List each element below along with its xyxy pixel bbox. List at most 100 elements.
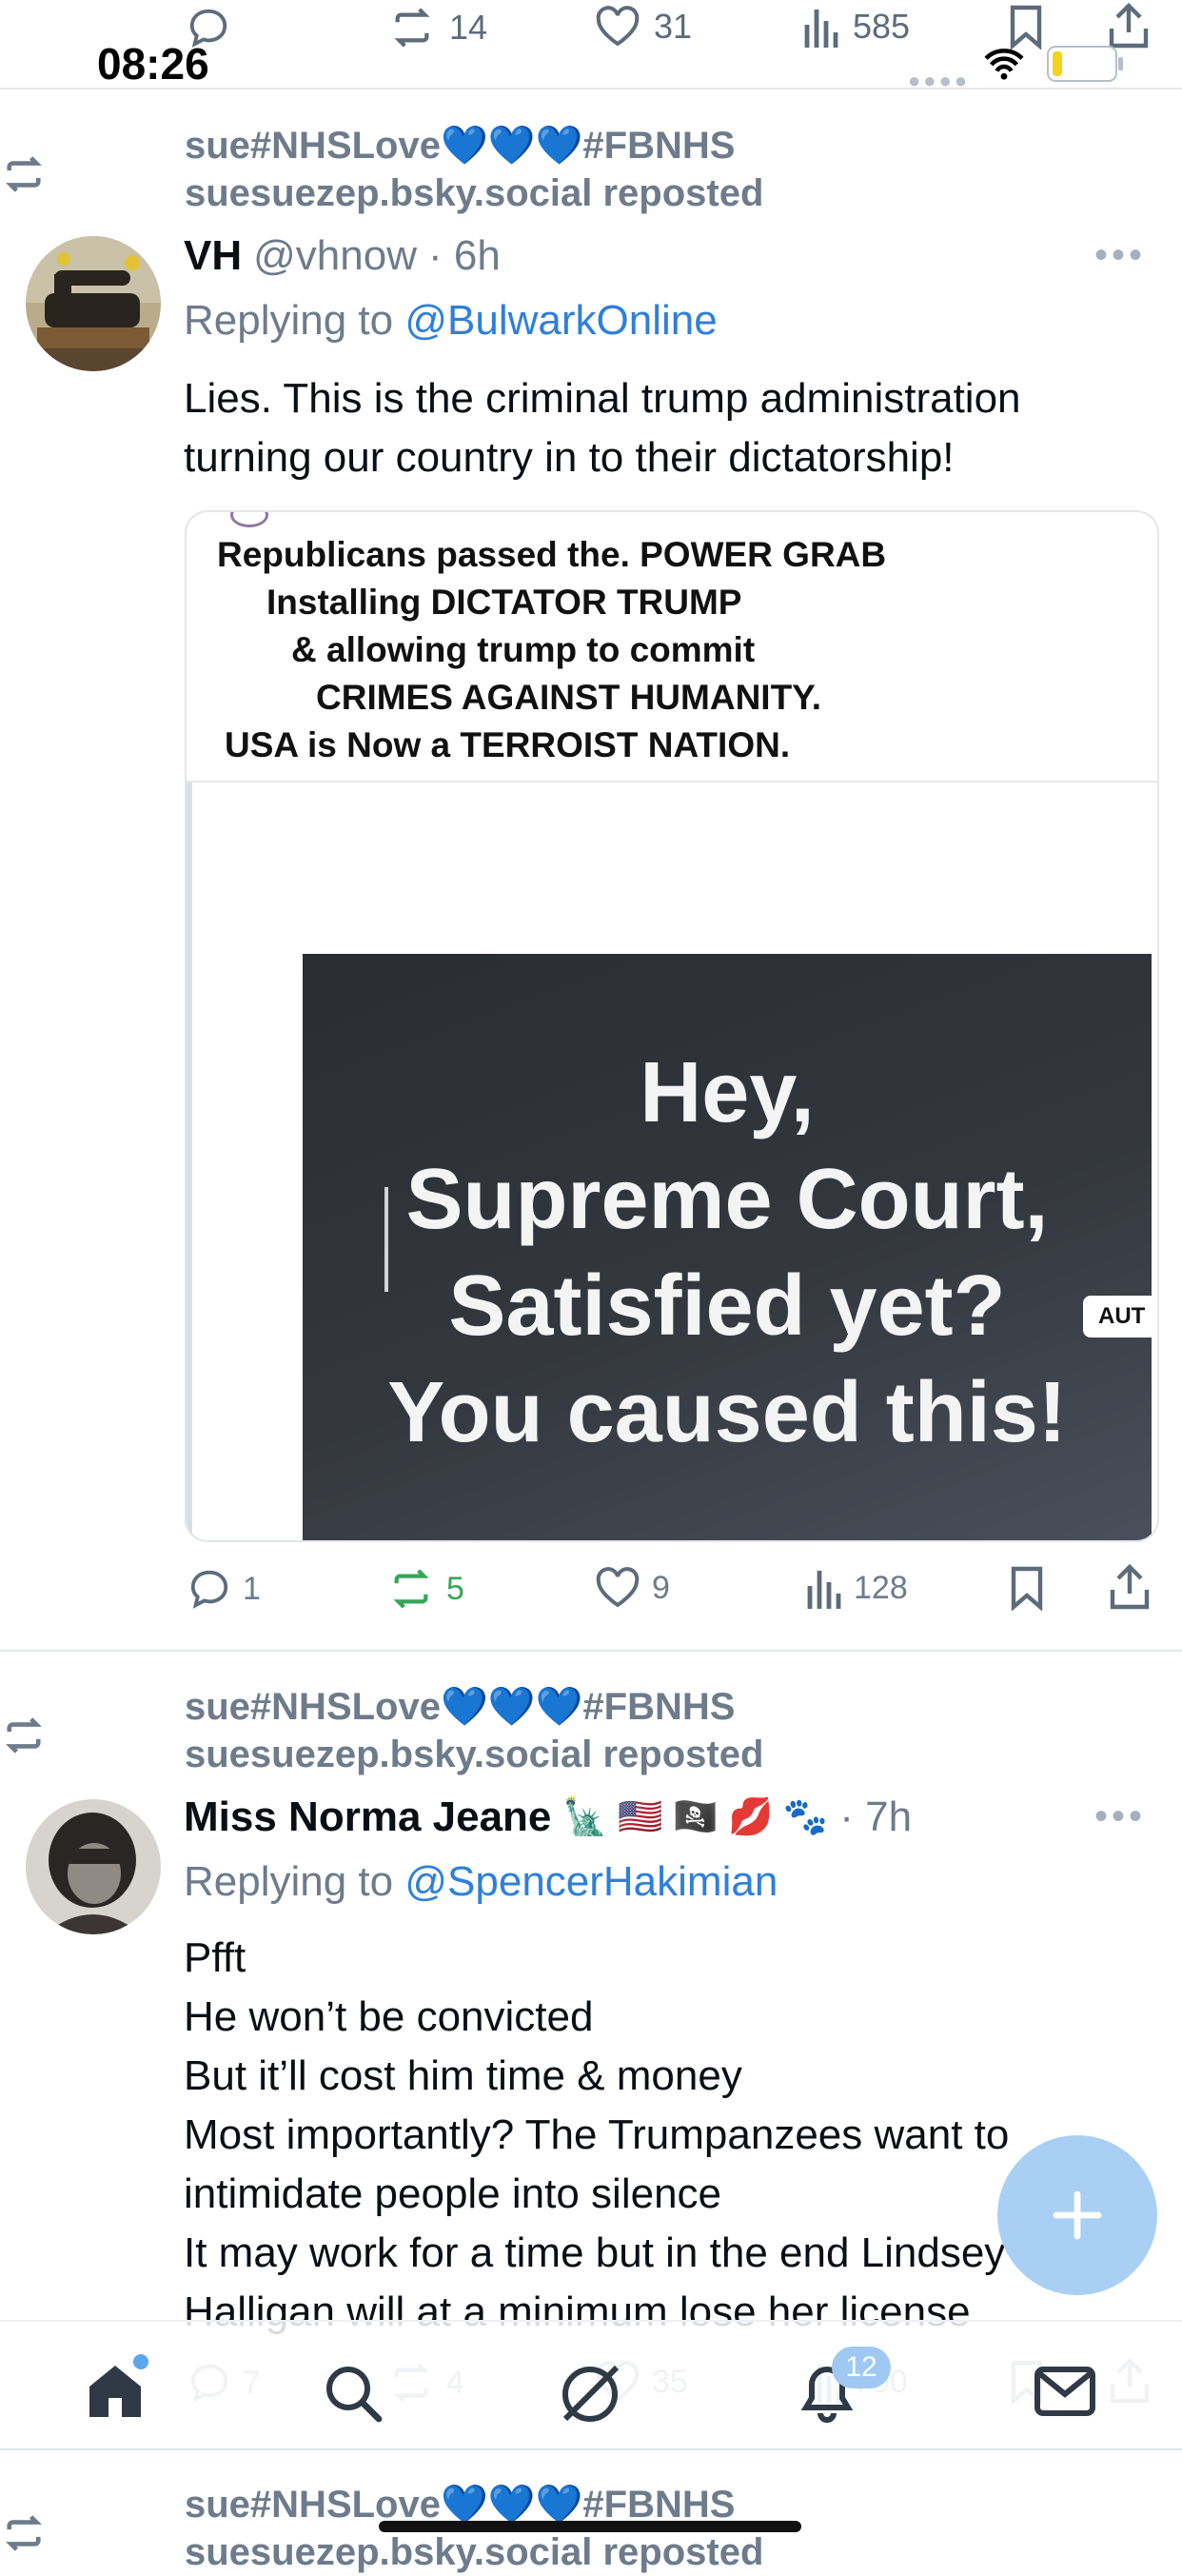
image-caption-line: Installing DICTATOR TRUMP: [266, 583, 742, 622]
author-name[interactable]: Miss Norma Jeane: [184, 1793, 551, 1841]
repost-button[interactable]: 5: [387, 1567, 464, 1611]
share-icon[interactable]: [1109, 1563, 1151, 1611]
repost-by-line[interactable]: sue#NHSLove💙💙💙#FBNHS: [185, 122, 763, 169]
quote-graphic: Hey, Supreme Court, Satisfied yet? You c…: [303, 954, 1152, 1540]
blue-heart-icon: 💙💙💙: [440, 2484, 583, 2526]
post-text-line: But it’ll cost him time & money: [184, 2052, 742, 2099]
text-cursor: [384, 1187, 388, 1292]
signal-icon: ●●●●: [908, 69, 971, 92]
post-time: · 6h: [427, 232, 501, 279]
sewing-machine-avatar-image: [26, 236, 161, 371]
quote-line: You caused this!: [387, 1365, 1067, 1460]
home-icon[interactable]: [84, 2360, 147, 2421]
replying-to-line: Replying to @BulwarkOnline: [184, 297, 718, 345]
compose-post-button[interactable]: [997, 2135, 1157, 2295]
views-button[interactable]: 128: [804, 1567, 908, 1609]
post-image[interactable]: Republicans passed the. POWER GRAB Insta…: [185, 510, 1159, 1542]
repost-user: sue#NHSLove: [185, 1686, 441, 1728]
image-divider: [187, 781, 1157, 783]
repost-count-top: 14: [449, 8, 488, 47]
image-caption-line: USA is Now a TERROIST NATION.: [225, 725, 791, 764]
quote-line: Satisfied yet?: [448, 1258, 1006, 1354]
repost-handle-line: suesuezep.bsky.social reposted: [185, 172, 764, 214]
name-emojis: 🗽 🇺🇸 🏴‍☠️ 💋 🐾: [562, 1797, 829, 1837]
author-name[interactable]: VH: [184, 232, 242, 280]
auto-badge: AUT: [1083, 1296, 1157, 1338]
more-options-icon[interactable]: •••: [1094, 1795, 1146, 1838]
post-time: · 7h: [839, 1793, 913, 1840]
post-text: Pfft He won’t be convicted But it’ll cos…: [184, 1929, 1145, 2342]
quote-graphic-text: Hey, Supreme Court, Satisfied yet? You c…: [303, 1040, 1152, 1466]
avatar[interactable]: [26, 1799, 161, 1934]
like-button[interactable]: 9: [595, 1567, 670, 1609]
post-text-line: Pfft: [184, 1934, 246, 1981]
replying-to-line: Replying to @SpencerHakimian: [184, 1858, 778, 1906]
repost-handle-line: suesuezep.bsky.social reposted: [185, 2531, 764, 2573]
repost-by-line[interactable]: sue#NHSLove💙💙💙#FBNHS: [185, 1683, 763, 1731]
views-count-top: 585: [853, 7, 911, 46]
quote-line: Supreme Court,: [405, 1152, 1049, 1247]
share-icon[interactable]: [1108, 2, 1150, 50]
image-caption-line: & allowing trump to commit: [291, 630, 756, 669]
views-count: 128: [854, 1569, 908, 1606]
blue-heart-icon: 💙💙💙: [440, 125, 583, 167]
repost-tag: #FBNHS: [582, 125, 736, 167]
notifications-badge: 12: [832, 2347, 891, 2388]
author-line: VH @vhnow · 6h: [184, 232, 501, 280]
views-icon: [807, 1571, 841, 1609]
wifi-icon: [984, 49, 1024, 80]
repost-indicator: sue#NHSLove💙💙💙#FBNHS suesuezep.bsky.soci…: [6, 1683, 1171, 1778]
avatar[interactable]: [26, 236, 161, 371]
like-count: 9: [652, 1569, 670, 1606]
feeds-icon[interactable]: [558, 2360, 624, 2423]
post-text: Lies. This is the criminal trump adminis…: [184, 369, 1145, 487]
messages-envelope-icon[interactable]: [1034, 2366, 1096, 2417]
author-line: Miss Norma Jeane 🗽 🇺🇸 🏴‍☠️ 💋 🐾 · 7h: [184, 1793, 912, 1841]
cropped-avatar-fragment: [230, 512, 268, 527]
post-text-line: He won’t be convicted: [184, 1993, 594, 2040]
search-icon[interactable]: [324, 2364, 383, 2423]
views-icon: [804, 10, 838, 48]
repost-action-top[interactable]: 14: [388, 6, 487, 50]
like-action-top[interactable]: 31: [595, 6, 692, 48]
author-handle[interactable]: @vhnow: [253, 232, 417, 280]
quote-line: Hey,: [640, 1045, 815, 1140]
more-options-icon[interactable]: •••: [1094, 234, 1146, 277]
bookmark-icon[interactable]: [1008, 1565, 1046, 1611]
repost-count: 5: [446, 1570, 464, 1607]
divider: [0, 1650, 1182, 1652]
repost-icon: [6, 156, 42, 192]
heart-icon: [596, 6, 640, 47]
replying-to-link[interactable]: @SpencerHakimian: [404, 1858, 778, 1905]
image-caption-line: CRIMES AGAINST HUMANITY.: [316, 678, 822, 717]
replying-to-label: Replying to: [184, 297, 405, 344]
replying-to-link[interactable]: @BulwarkOnline: [404, 297, 717, 344]
views-action-top[interactable]: 585: [801, 6, 910, 48]
reply-button[interactable]: 1: [187, 1567, 261, 1611]
repost-indicator: sue#NHSLove💙💙💙#FBNHS suesuezep.bsky.soci…: [6, 122, 1171, 217]
portrait-avatar-image: [26, 1799, 161, 1934]
divider: [0, 88, 1182, 89]
home-unread-dot: [133, 2354, 148, 2369]
plus-icon: [1053, 2190, 1102, 2240]
repost-icon: [393, 1569, 429, 1609]
bookmark-icon[interactable]: [1007, 4, 1045, 50]
post-text-line: turning our country in to their dictator…: [184, 434, 955, 481]
post-text-line: Most importantly? The Trumpanzees want t…: [184, 2111, 1010, 2158]
repost-icon: [6, 2515, 42, 2551]
repost-user: sue#NHSLove: [185, 125, 441, 167]
repost-tag: #FBNHS: [582, 1686, 736, 1728]
bottom-tab-bar: 12: [0, 2320, 1182, 2450]
repost-handle-line: suesuezep.bsky.social reposted: [185, 1734, 764, 1775]
repost-user: sue#NHSLove: [185, 2484, 441, 2526]
reply-count: 1: [243, 1570, 261, 1607]
image-caption: Republicans passed the. POWER GRAB Insta…: [187, 531, 1157, 769]
status-time: 08:26: [97, 39, 209, 89]
home-indicator: [379, 2521, 801, 2532]
heart-icon: [596, 1567, 640, 1608]
post-text-line: Lies. This is the criminal trump adminis…: [184, 375, 1021, 422]
repost-icon: [394, 8, 430, 48]
battery-icon: [1047, 46, 1123, 82]
image-caption-line: Republicans passed the. POWER GRAB: [217, 535, 887, 574]
image-edge: [187, 783, 192, 1540]
